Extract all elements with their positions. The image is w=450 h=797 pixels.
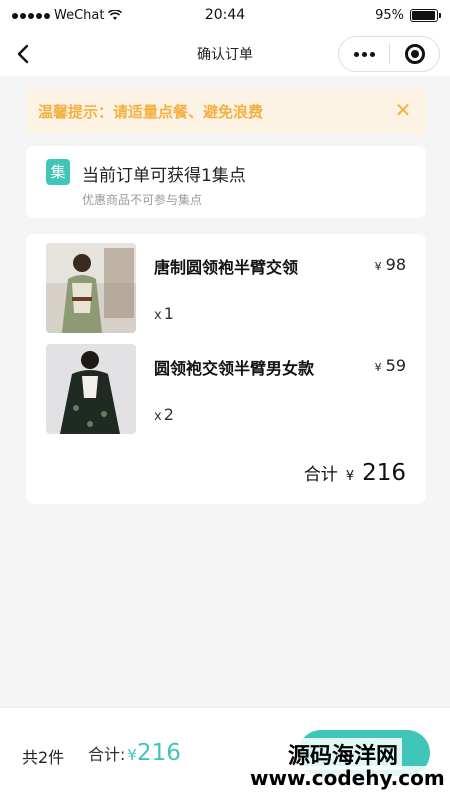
tip-text: 温馨提示：请适量点餐、避免浪费	[38, 102, 264, 121]
tip-close-icon[interactable]: ✕	[390, 97, 416, 123]
checkout-total: 合计: ¥ 216	[88, 740, 181, 766]
target-icon	[404, 44, 425, 64]
total-label: 合计:	[88, 745, 126, 764]
more-dots-icon[interactable]	[339, 37, 389, 71]
points-card: 集 当前订单可获得1集点 优惠商品不可参与集点	[26, 146, 426, 218]
product-price: ¥98	[375, 255, 406, 274]
points-subtitle: 优惠商品不可参与集点	[82, 193, 203, 207]
mini-program-capsule	[338, 36, 440, 72]
currency-symbol: ¥	[374, 260, 382, 273]
price-value: 59	[385, 356, 406, 375]
status-right: 95%	[375, 8, 441, 23]
qty-prefix: x	[154, 409, 162, 424]
nav-bar: 确认订单	[0, 32, 450, 76]
qty-value: 1	[163, 304, 174, 323]
qty-prefix: x	[154, 308, 162, 323]
subtotal-label: 合计	[303, 465, 338, 485]
price-value: 98	[385, 255, 406, 274]
total-amount: 216	[136, 740, 181, 766]
product-image	[46, 243, 136, 333]
product-price: ¥59	[375, 356, 406, 375]
product-name: 圆领袍交领半臂男女款	[154, 359, 315, 378]
product-name: 唐制圆领袍半臂交领	[154, 258, 299, 277]
product-quantity: x2	[154, 405, 174, 424]
product-image	[46, 344, 136, 434]
battery-percent: 95%	[375, 8, 404, 23]
currency-symbol: ¥	[374, 361, 382, 374]
order-card: 唐制圆领袍半臂交领 ¥98 x1 圆领袍交领半臂男女款 ¥59 x2 合计 ¥ …	[26, 234, 426, 504]
order-item[interactable]: 圆领袍交领半臂男女款 ¥59 x2	[26, 335, 426, 434]
item-count: 共2件	[22, 748, 65, 767]
order-item[interactable]: 唐制圆领袍半臂交领 ¥98 x1	[26, 234, 426, 333]
subtotal-amount: 216	[362, 460, 406, 486]
watermark: 源码海洋网 www.codehy.com	[240, 738, 450, 794]
battery-icon	[410, 9, 441, 22]
order-subtotal: 合计 ¥ 216	[304, 460, 406, 486]
qty-value: 2	[163, 405, 174, 424]
tip-banner: 温馨提示：请适量点餐、避免浪费 ✕	[26, 88, 426, 134]
product-quantity: x1	[154, 304, 174, 323]
points-title: 当前订单可获得1集点	[82, 166, 246, 186]
points-badge-icon: 集	[46, 159, 70, 185]
total-currency: ¥	[127, 746, 137, 764]
watermark-line2: www.codehy.com	[246, 766, 449, 790]
subtotal-currency: ¥	[345, 469, 355, 484]
status-bar: WeChat 20:44 95%	[0, 0, 450, 32]
close-program-button[interactable]	[390, 37, 439, 71]
